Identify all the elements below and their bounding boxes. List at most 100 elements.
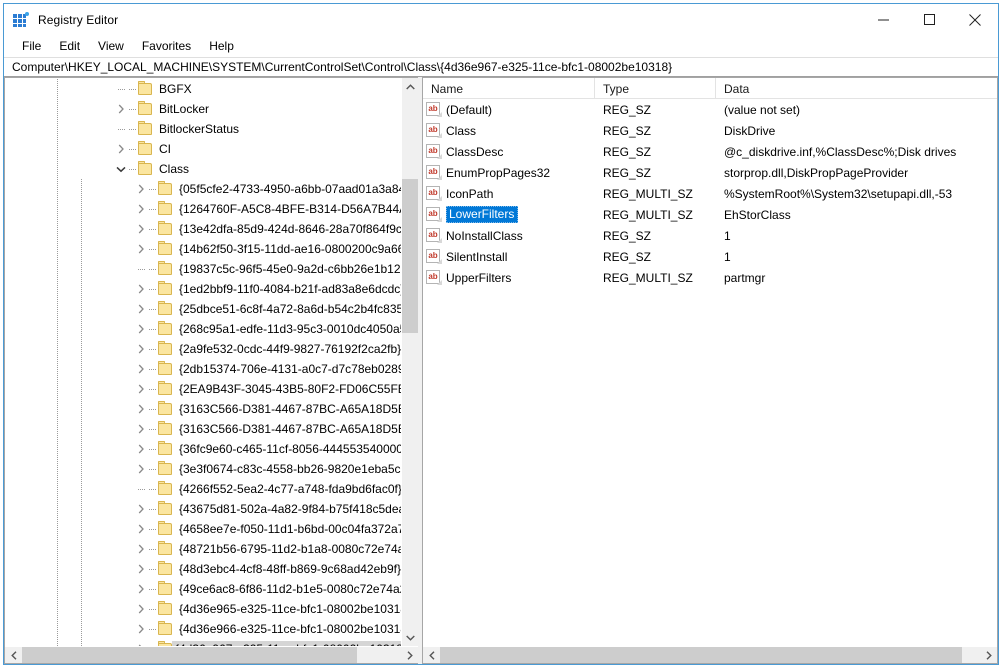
tree-connector <box>149 259 157 279</box>
tree-item[interactable]: {19837c5c-96f5-45e0-9a2d-c6bb26e1b12b} <box>5 259 401 279</box>
tree-item[interactable]: {4658ee7e-f050-11d1-b6bd-00c04fa372a7} <box>5 519 401 539</box>
tree-item-label: {13e42dfa-85d9-424d-8646-28a70f864f9c} <box>175 222 401 236</box>
tree-vertical-scrollbar[interactable] <box>401 78 418 646</box>
chevron-right-icon[interactable] <box>133 279 149 299</box>
tree-item[interactable]: {3163C566-D381-4467-87BC-A65A18D5B648} <box>5 399 401 419</box>
tree-hscroll-thumb[interactable] <box>22 647 357 663</box>
values-hscroll-thumb[interactable] <box>440 647 962 663</box>
chevron-right-icon[interactable] <box>113 139 129 159</box>
tree-item[interactable]: {48721b56-6795-11d2-b1a8-0080c72e74a2} <box>5 539 401 559</box>
tree-connector <box>149 519 157 539</box>
tree-item[interactable]: BitLocker <box>5 99 401 119</box>
scroll-right-arrow[interactable] <box>980 647 997 663</box>
chevron-right-icon[interactable] <box>133 239 149 259</box>
value-row[interactable]: abSilentInstallREG_SZ1 <box>423 246 997 267</box>
values-viewport[interactable]: ab(Default)REG_SZ(value not set)abClassR… <box>423 99 997 646</box>
menu-view[interactable]: View <box>89 37 133 56</box>
chevron-right-icon[interactable] <box>133 319 149 339</box>
tree-item[interactable]: BGFX <box>5 79 401 99</box>
value-row[interactable]: abUpperFiltersREG_MULTI_SZpartmgr <box>423 267 997 288</box>
chevron-right-icon[interactable] <box>133 499 149 519</box>
chevron-right-icon[interactable] <box>133 519 149 539</box>
tree-item[interactable]: {2EA9B43F-3045-43B5-80F2-FD06C55FBB90} <box>5 379 401 399</box>
value-name-cell: abClass <box>423 123 595 138</box>
tree-item[interactable]: {4d36e965-e325-11ce-bfc1-08002be10318} <box>5 599 401 619</box>
scroll-left-arrow[interactable] <box>423 647 440 663</box>
scroll-up-arrow[interactable] <box>402 78 418 95</box>
chevron-right-icon[interactable] <box>133 559 149 579</box>
scroll-down-arrow[interactable] <box>402 629 418 646</box>
tree-item[interactable]: {2db15374-706e-4131-a0c7-d7c78eb0289a} <box>5 359 401 379</box>
chevron-right-icon[interactable] <box>133 459 149 479</box>
value-row[interactable]: abIconPathREG_MULTI_SZ%SystemRoot%\Syste… <box>423 183 997 204</box>
value-row[interactable]: abClassREG_SZDiskDrive <box>423 120 997 141</box>
address-bar[interactable]: Computer\HKEY_LOCAL_MACHINE\SYSTEM\Curre… <box>4 57 998 77</box>
value-row[interactable]: abLowerFiltersREG_MULTI_SZEhStorClass <box>423 204 997 225</box>
value-row[interactable]: abNoInstallClassREG_SZ1 <box>423 225 997 246</box>
tree-hscroll-track[interactable] <box>22 647 401 663</box>
column-header-name[interactable]: Name <box>423 78 595 99</box>
tree-connector <box>149 459 157 479</box>
tree-item[interactable]: {1264760F-A5C8-4BFE-B314-D56A7B44A362} <box>5 199 401 219</box>
tree-scroll-track[interactable] <box>402 95 418 629</box>
tree-item[interactable]: {2a9fe532-0cdc-44f9-9827-76192f2ca2fb} <box>5 339 401 359</box>
chevron-right-icon[interactable] <box>133 539 149 559</box>
chevron-right-icon[interactable] <box>133 379 149 399</box>
chevron-right-icon[interactable] <box>133 299 149 319</box>
tree-item[interactable]: BitlockerStatus <box>5 119 401 139</box>
tree-item[interactable]: {36fc9e60-c465-11cf-8056-444553540000} <box>5 439 401 459</box>
tree-viewport[interactable]: BGFXBitLockerBitlockerStatusCIClass{05f5… <box>5 78 401 646</box>
tree-item[interactable]: {3e3f0674-c83c-4558-bb26-9820e1eba5c5} <box>5 459 401 479</box>
maximize-button[interactable] <box>906 4 952 35</box>
chevron-right-icon[interactable] <box>113 99 129 119</box>
tree-item[interactable]: {1ed2bbf9-11f0-4084-b21f-ad83a8e6dcdc} <box>5 279 401 299</box>
chevron-right-icon[interactable] <box>133 199 149 219</box>
value-name: EnumPropPages32 <box>446 166 550 180</box>
minimize-button[interactable] <box>860 4 906 35</box>
menu-file[interactable]: File <box>13 37 50 56</box>
chevron-right-icon[interactable] <box>133 399 149 419</box>
scroll-left-arrow[interactable] <box>5 647 22 663</box>
chevron-right-icon[interactable] <box>133 219 149 239</box>
tree-item[interactable]: {4266f552-5ea2-4c77-a748-fda9bd6fac0f} <box>5 479 401 499</box>
tree-item[interactable]: {268c95a1-edfe-11d3-95c3-0010dc4050a5} <box>5 319 401 339</box>
chevron-right-icon[interactable] <box>133 619 149 639</box>
tree-item[interactable]: CI <box>5 139 401 159</box>
menu-favorites[interactable]: Favorites <box>133 37 200 56</box>
value-type: REG_SZ <box>595 166 716 180</box>
tree-item[interactable]: {05f5cfe2-4733-4950-a6bb-07aad01a3a84} <box>5 179 401 199</box>
chevron-right-icon[interactable] <box>133 359 149 379</box>
chevron-right-icon[interactable] <box>133 179 149 199</box>
value-row[interactable]: abEnumPropPages32REG_SZstorprop.dll,Disk… <box>423 162 997 183</box>
chevron-right-icon[interactable] <box>133 339 149 359</box>
tree-item[interactable]: {48d3ebc4-4cf8-48ff-b869-9c68ad42eb9f} <box>5 559 401 579</box>
value-row[interactable]: ab(Default)REG_SZ(value not set) <box>423 99 997 120</box>
values-hscroll-track[interactable] <box>440 647 980 663</box>
tree-item[interactable]: {4d36e967-e325-11ce-bfc1-08002be10318} <box>5 639 401 646</box>
chevron-right-icon[interactable] <box>133 439 149 459</box>
tree-scroll-thumb[interactable] <box>402 179 418 333</box>
chevron-right-icon[interactable] <box>133 599 149 619</box>
chevron-right-icon[interactable] <box>133 579 149 599</box>
values-horizontal-scrollbar[interactable] <box>423 646 997 663</box>
value-row[interactable]: abClassDescREG_SZ@c_diskdrive.inf,%Class… <box>423 141 997 162</box>
chevron-right-icon[interactable] <box>133 639 149 646</box>
column-header-type[interactable]: Type <box>595 78 716 99</box>
tree-item[interactable]: {25dbce51-6c8f-4a72-8a6d-b54c2b4fc835} <box>5 299 401 319</box>
tree-item[interactable]: {49ce6ac8-6f86-11d2-b1e5-0080c72e74a2} <box>5 579 401 599</box>
scroll-right-arrow[interactable] <box>401 647 418 663</box>
column-header-data[interactable]: Data <box>716 78 997 99</box>
tree-item[interactable]: {14b62f50-3f15-11dd-ae16-0800200c9a66} <box>5 239 401 259</box>
value-name: IconPath <box>446 187 493 201</box>
tree-horizontal-scrollbar[interactable] <box>5 646 418 663</box>
close-button[interactable] <box>952 4 998 35</box>
tree-item[interactable]: {4d36e966-e325-11ce-bfc1-08002be10318} <box>5 619 401 639</box>
tree-item[interactable]: {13e42dfa-85d9-424d-8646-28a70f864f9c} <box>5 219 401 239</box>
tree-item[interactable]: {43675d81-502a-4a82-9f84-b75f418c5dea} <box>5 499 401 519</box>
tree-item[interactable]: {3163C566-D381-4467-87BC-A65A18D5B649} <box>5 419 401 439</box>
tree-item[interactable]: Class <box>5 159 401 179</box>
chevron-right-icon[interactable] <box>133 419 149 439</box>
chevron-down-icon[interactable] <box>113 159 129 179</box>
menu-edit[interactable]: Edit <box>50 37 89 56</box>
menu-help[interactable]: Help <box>200 37 243 56</box>
